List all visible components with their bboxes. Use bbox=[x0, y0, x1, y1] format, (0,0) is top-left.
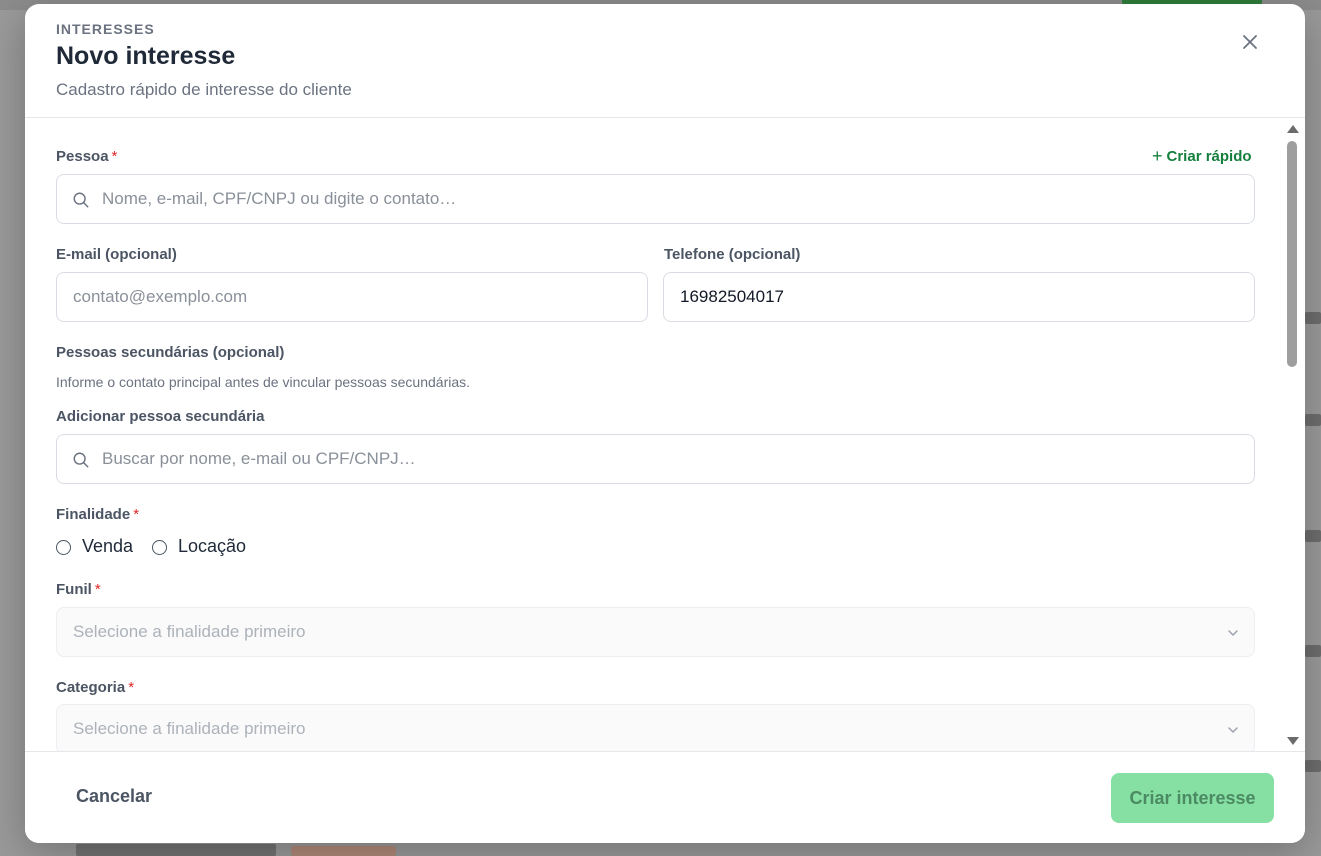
secondary-search-field[interactable] bbox=[56, 434, 1255, 484]
cancel-button[interactable]: Cancelar bbox=[76, 786, 152, 807]
radio-locacao-label: Locação bbox=[178, 536, 247, 556]
modal-footer: Cancelar Criar interesse bbox=[25, 751, 1305, 843]
radio-venda-label: Venda bbox=[82, 536, 134, 556]
background-strip bbox=[1305, 530, 1321, 542]
categoria-select-placeholder: Selecione a finalidade primeiro bbox=[73, 719, 306, 738]
pessoa-search-input[interactable] bbox=[57, 175, 1254, 223]
required-mark: * bbox=[94, 581, 101, 598]
pessoa-label: Pessoa * bbox=[56, 148, 118, 165]
background-strip bbox=[1305, 312, 1321, 324]
plus-icon: + bbox=[1152, 146, 1163, 166]
categoria-select[interactable]: Selecione a finalidade primeiro bbox=[56, 704, 1255, 751]
email-label: E-mail (opcional) bbox=[56, 246, 177, 263]
scroll-up-arrow[interactable] bbox=[1287, 125, 1299, 133]
required-mark: * bbox=[111, 148, 118, 165]
background-bottom-row bbox=[76, 842, 406, 856]
chevron-down-icon bbox=[1228, 727, 1238, 733]
modal-title: Novo interesse bbox=[56, 42, 236, 70]
close-button[interactable] bbox=[1238, 30, 1262, 54]
funil-select-placeholder: Selecione a finalidade primeiro bbox=[73, 622, 306, 641]
pessoa-search-field[interactable] bbox=[56, 174, 1255, 224]
radio-circle[interactable] bbox=[56, 540, 71, 555]
funil-select[interactable]: Selecione a finalidade primeiro bbox=[56, 607, 1255, 657]
scroll-thumb[interactable] bbox=[1287, 141, 1297, 367]
background-strip bbox=[1305, 760, 1321, 772]
funil-label: Funil * bbox=[56, 581, 101, 598]
modal-header: INTERESSES Novo interesse Cadastro rápid… bbox=[25, 4, 1305, 118]
modal-scrollbar[interactable] bbox=[1284, 119, 1300, 751]
required-mark: * bbox=[128, 679, 135, 696]
modal-body: Pessoa* +Criar rápido E-mail (opcional) … bbox=[25, 119, 1305, 751]
modal-subtitle: Cadastro rápido de interesse do cliente bbox=[56, 80, 352, 99]
chevron-down-icon bbox=[1228, 630, 1238, 636]
background-badge bbox=[291, 846, 396, 856]
close-icon bbox=[1243, 35, 1257, 49]
background-strip bbox=[1305, 414, 1321, 426]
finalidade-label: Finalidade * bbox=[56, 506, 140, 523]
add-secondary-label: Adicionar pessoa secundária bbox=[56, 408, 265, 425]
email-input[interactable] bbox=[57, 273, 647, 321]
telefone-input[interactable] bbox=[664, 273, 1254, 321]
radio-circle[interactable] bbox=[152, 540, 167, 555]
categoria-label: Categoria * bbox=[56, 679, 135, 696]
create-interest-button[interactable]: Criar interesse bbox=[1111, 773, 1274, 823]
secondary-search-input[interactable] bbox=[57, 435, 1254, 483]
secondary-people-hint: Informe o contato principal antes de vin… bbox=[56, 374, 471, 390]
telefone-label: Telefone (opcional) bbox=[664, 246, 801, 263]
scroll-down-arrow[interactable] bbox=[1287, 737, 1299, 745]
quick-create-button[interactable]: + Criar rápido bbox=[1152, 146, 1252, 167]
modal-eyebrow: INTERESSES bbox=[56, 21, 155, 37]
background-strip bbox=[1305, 645, 1321, 657]
telefone-field[interactable] bbox=[663, 272, 1255, 322]
email-field[interactable] bbox=[56, 272, 648, 322]
secondary-people-label: Pessoas secundárias (opcional) bbox=[56, 344, 285, 361]
background-phone-text bbox=[76, 844, 276, 856]
new-interest-modal: INTERESSES Novo interesse Cadastro rápid… bbox=[25, 4, 1305, 843]
required-mark: * bbox=[133, 506, 140, 523]
